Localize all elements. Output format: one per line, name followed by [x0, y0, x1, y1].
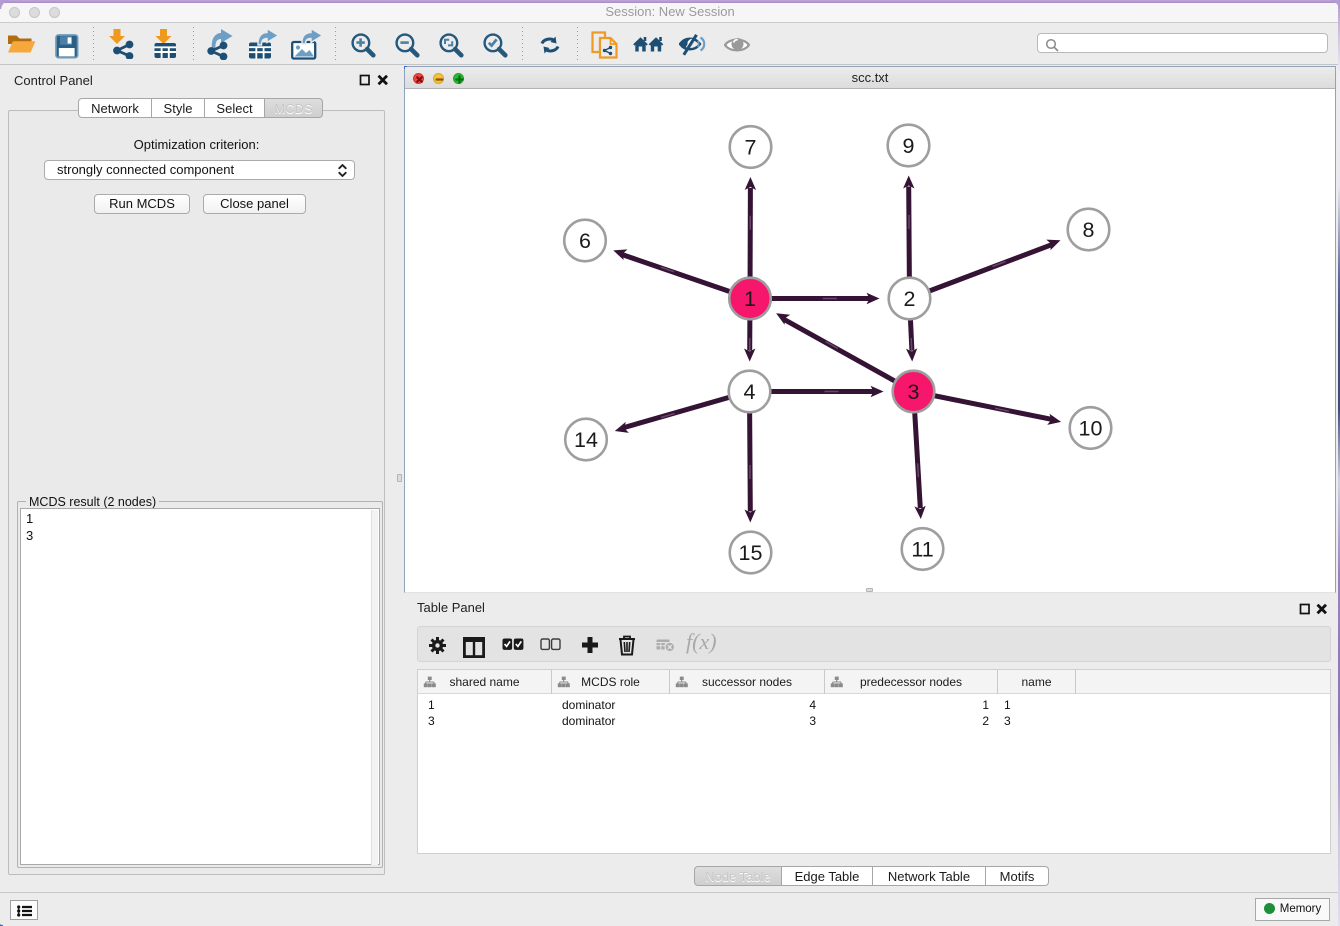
- svg-text:14: 14: [574, 428, 598, 452]
- svg-text:10: 10: [1079, 417, 1103, 441]
- svg-text:4: 4: [744, 380, 756, 404]
- svg-text:6: 6: [579, 229, 591, 253]
- svg-text:8: 8: [1083, 218, 1095, 242]
- svg-text:11: 11: [911, 538, 933, 562]
- svg-text:9: 9: [903, 134, 915, 158]
- svg-text:1: 1: [744, 287, 756, 311]
- svg-text:15: 15: [739, 541, 763, 565]
- svg-text:2: 2: [904, 287, 916, 311]
- svg-text:3: 3: [908, 380, 920, 404]
- svg-text:7: 7: [745, 136, 757, 160]
